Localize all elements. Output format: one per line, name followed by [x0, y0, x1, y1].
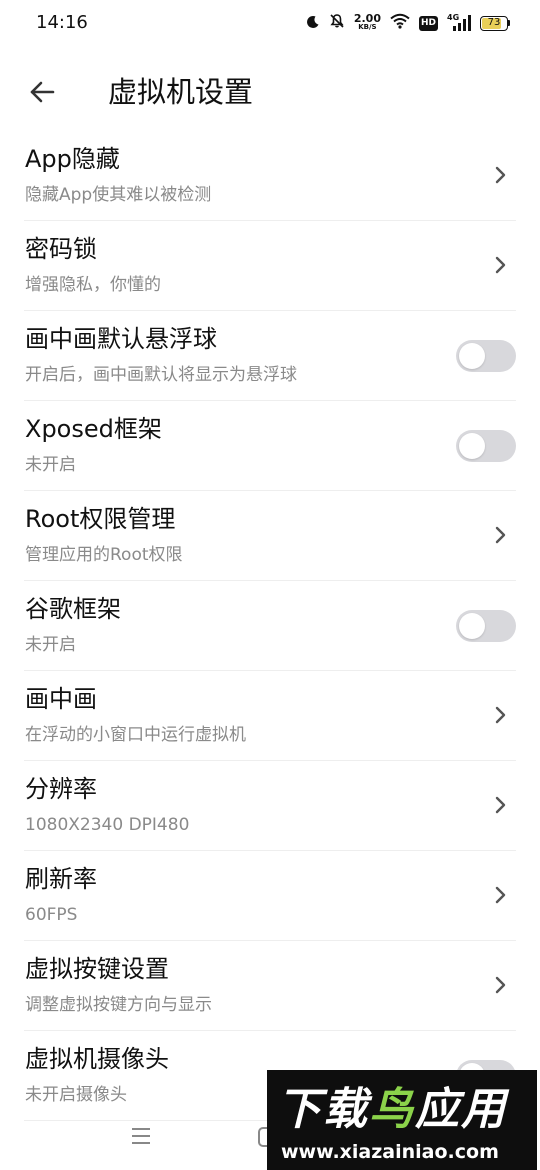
- toggle-switch-xposed[interactable]: [456, 430, 516, 462]
- setting-row-virtual-keys[interactable]: 虚拟按键设置调整虚拟按键方向与显示: [24, 941, 516, 1031]
- watermark-url: www.xiazainiao.com: [281, 1141, 499, 1163]
- status-time: 14:16: [36, 12, 88, 33]
- setting-subtitle: 60FPS: [25, 905, 78, 925]
- setting-title: Root权限管理: [25, 505, 176, 533]
- setting-subtitle: 隐藏App使其难以被检测: [25, 185, 212, 205]
- watermark-brand: 下载鸟应用: [277, 1084, 507, 1136]
- watermark-text-1: 下载: [277, 1084, 369, 1135]
- setting-row-google[interactable]: 谷歌框架 未开启: [24, 581, 516, 671]
- setting-subtitle: 未开启摄像头: [25, 1085, 127, 1105]
- setting-subtitle: 增强隐私，你懂的: [25, 275, 161, 295]
- menu-icon[interactable]: [130, 1126, 152, 1146]
- battery-level: 73: [487, 16, 501, 28]
- setting-title: 刷新率: [25, 865, 97, 893]
- setting-subtitle: 1080X2340 DPI480: [25, 815, 190, 835]
- setting-subtitle: 开启后，画中画默认将显示为悬浮球: [25, 365, 297, 385]
- settings-list: App隐藏隐藏App使其难以被检测密码锁增强隐私，你懂的画中画默认悬浮球开启后，…: [0, 131, 540, 1121]
- toggle-knob: [459, 433, 485, 459]
- back-button[interactable]: [22, 72, 62, 112]
- chevron-right-icon: [495, 976, 506, 994]
- setting-row-pip-float-ball[interactable]: 画中画默认悬浮球开启后，画中画默认将显示为悬浮球: [24, 311, 516, 401]
- bell-off-icon: [329, 13, 345, 33]
- setting-title: App隐藏: [25, 145, 120, 173]
- toggle-knob: [459, 343, 485, 369]
- setting-row-xposed[interactable]: Xposed框架未开启: [24, 401, 516, 491]
- speed-unit: KB/S: [358, 23, 377, 31]
- setting-subtitle: 调整虚拟按键方向与显示: [25, 995, 212, 1015]
- setting-subtitle: 在浮动的小窗口中运行虚拟机: [25, 725, 246, 745]
- setting-title: 画中画: [25, 685, 97, 713]
- setting-row-app-hide[interactable]: App隐藏隐藏App使其难以被检测: [24, 131, 516, 221]
- setting-title: 画中画默认悬浮球: [25, 325, 217, 353]
- toggle-switch-pip-float-ball[interactable]: [456, 340, 516, 372]
- setting-title: 分辨率: [25, 775, 97, 803]
- toggle-knob: [459, 613, 485, 639]
- speed-value: 2.00: [353, 12, 381, 25]
- setting-row-pip[interactable]: 画中画在浮动的小窗口中运行虚拟机: [24, 671, 516, 761]
- setting-title: 虚拟按键设置: [25, 955, 169, 983]
- setting-row-password-lock[interactable]: 密码锁增强隐私，你懂的: [24, 221, 516, 311]
- wifi-icon: [390, 13, 410, 33]
- battery-icon: 73: [480, 15, 510, 31]
- toggle-switch-google[interactable]: [456, 610, 516, 642]
- setting-subtitle: 未开启: [25, 455, 76, 475]
- hd-badge: HD: [418, 15, 438, 31]
- network-speed: 2.00 KB/S: [353, 12, 381, 32]
- setting-subtitle: 未开启: [25, 635, 76, 655]
- status-bar: 14:16 2.00 KB/S HD 4G 73: [0, 0, 540, 46]
- setting-title: 虚拟机摄像头: [25, 1045, 169, 1073]
- back-arrow-icon: [30, 81, 55, 103]
- chevron-right-icon: [495, 796, 506, 814]
- watermark-text-green: 鸟: [369, 1084, 415, 1135]
- setting-subtitle: 管理应用的Root权限: [25, 545, 183, 565]
- app-header: 虚拟机设置: [0, 62, 540, 122]
- setting-title: 谷歌框架: [25, 595, 121, 623]
- chevron-right-icon: [495, 256, 506, 274]
- watermark-logo: 下载鸟应用 www.xiazainiao.com: [267, 1070, 537, 1170]
- chevron-right-icon: [495, 706, 506, 724]
- setting-row-resolution[interactable]: 分辨率 1080X2340 DPI480: [24, 761, 516, 851]
- chevron-right-icon: [495, 166, 506, 184]
- setting-row-refresh-rate[interactable]: 刷新率 60FPS: [24, 851, 516, 941]
- moon-icon: [306, 14, 320, 33]
- chevron-right-icon: [495, 526, 506, 544]
- signal-icon: 4G: [447, 13, 471, 32]
- chevron-right-icon: [495, 886, 506, 904]
- status-icons: 2.00 KB/S HD 4G 73: [306, 10, 510, 36]
- setting-row-root[interactable]: Root权限管理管理应用的Root权限: [24, 491, 516, 581]
- page-title: 虚拟机设置: [108, 75, 254, 109]
- setting-title: Xposed框架: [25, 415, 162, 443]
- watermark-text-2: 应用: [415, 1084, 507, 1135]
- setting-title: 密码锁: [25, 235, 97, 263]
